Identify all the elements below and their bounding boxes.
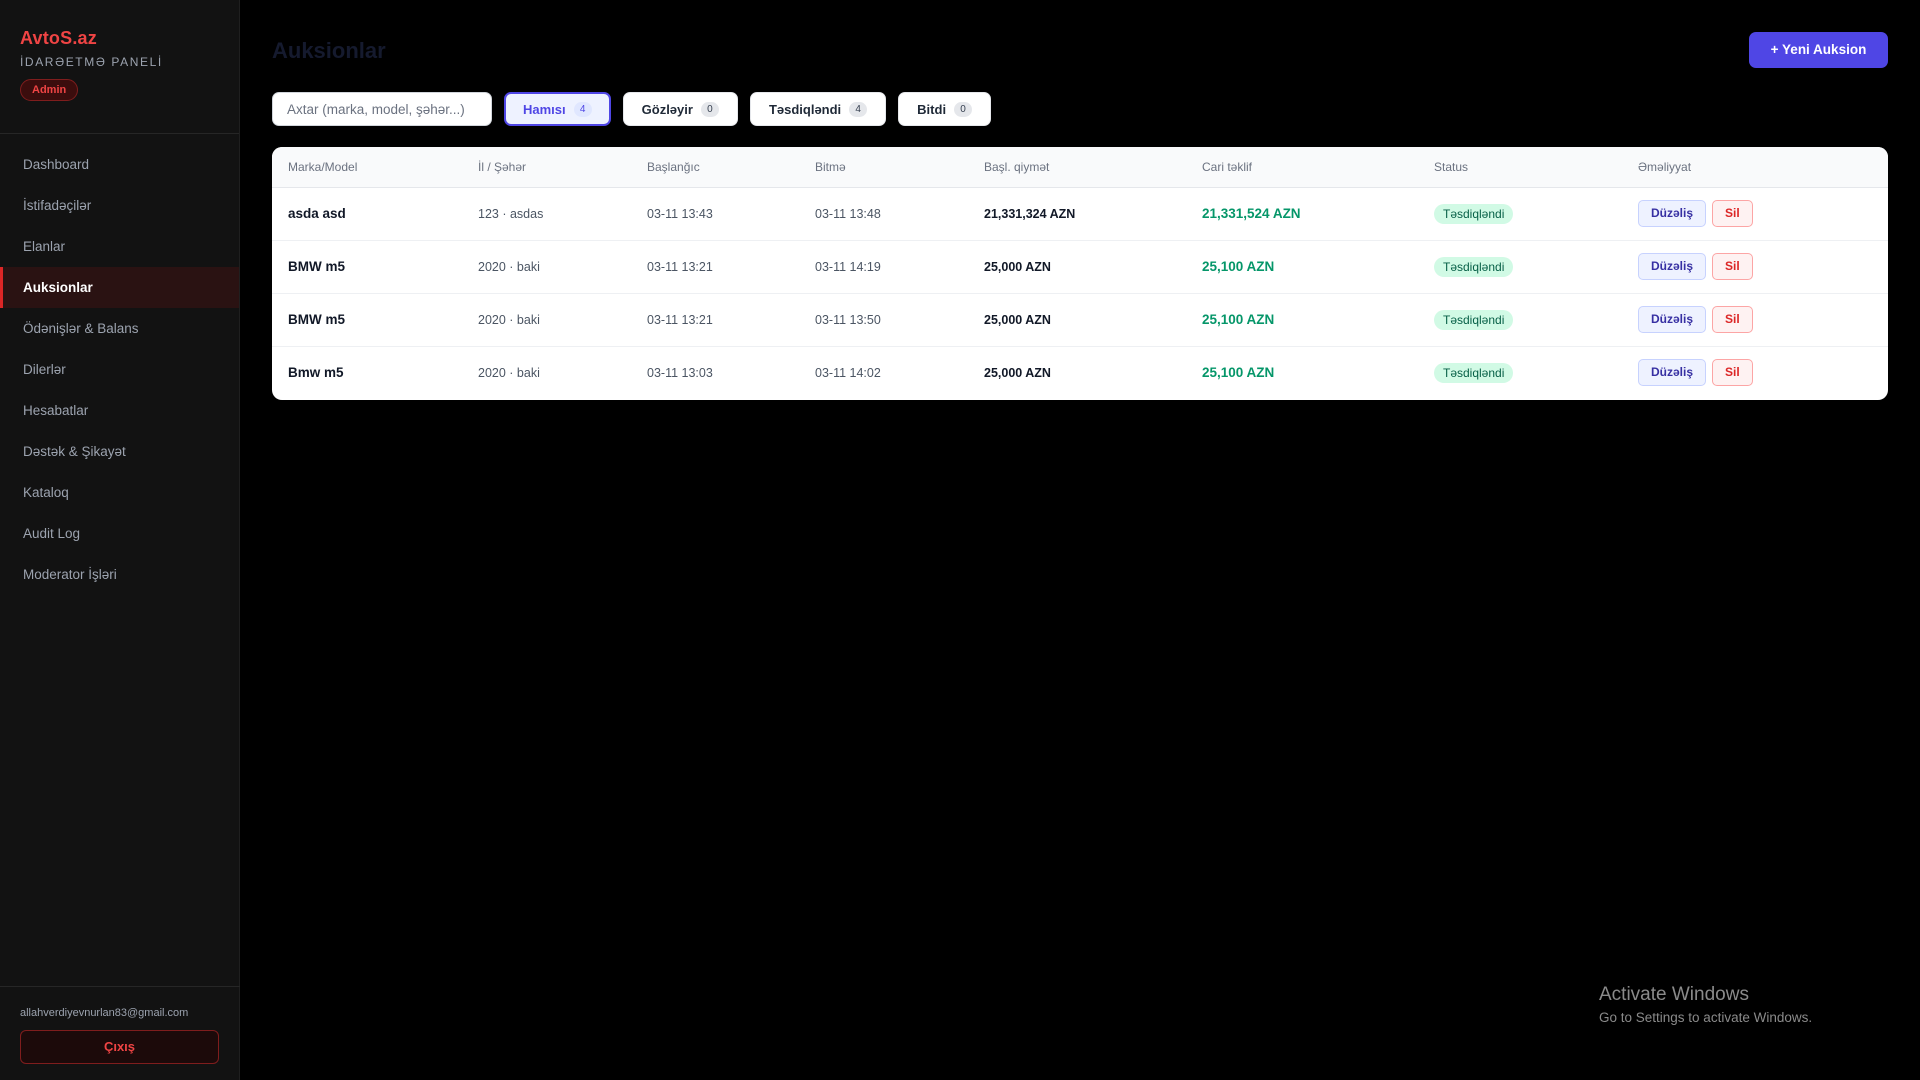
edit-button[interactable]: Düzəliş [1638, 253, 1707, 280]
sidebar-item-payments[interactable]: Ödənişlər & Balans [0, 308, 239, 349]
cell-start: 03-11 13:21 [631, 293, 799, 347]
cell-actions: Düzəliş Sil [1622, 240, 1888, 294]
cell-status: Təsdiqləndi [1418, 240, 1622, 294]
sidebar-item-dashboard[interactable]: Dashboard [0, 144, 239, 185]
cell-end: 03-11 13:48 [799, 187, 968, 241]
sidebar-item-moderator[interactable]: Moderator İşləri [0, 554, 239, 595]
cell-current-bid: 25,100 AZN [1186, 240, 1418, 294]
filter-count: 0 [954, 101, 973, 117]
filter-label: Hamısı [523, 101, 566, 117]
cell-model: asda asd [272, 187, 462, 241]
watermark-title: Activate Windows [1599, 984, 1749, 1005]
search-input[interactable] [272, 92, 492, 126]
cell-start-price: 25,000 AZN [968, 240, 1186, 294]
edit-button[interactable]: Düzəliş [1638, 359, 1707, 387]
user-email: allahverdiyevnurlan83@gmail.com [20, 1007, 189, 1019]
filter-count: 4 [573, 101, 592, 117]
cell-end: 03-11 14:02 [815, 365, 881, 380]
cell-start-price: 21,331,324 AZN [968, 187, 1186, 241]
table-row[interactable]: BMW m5 2020 · baki 03-11 13:21 03-11 14:… [272, 240, 1888, 294]
edit-button[interactable]: Düzəliş [1638, 200, 1707, 227]
auctions-table-card: Marka/Model İl / Şəhər Başlanğıc Bitmə B… [272, 147, 1888, 400]
delete-button[interactable]: Sil [1712, 359, 1753, 387]
column-header[interactable]: Başl. qiymət [968, 147, 1186, 188]
delete-button[interactable]: Sil [1712, 253, 1753, 280]
filter-label: Gözləyir [641, 101, 693, 117]
new-auction-button[interactable]: + Yeni Auksion [1749, 32, 1888, 68]
cell-year-city: 2020 · baki [462, 293, 631, 347]
sidebar-footer: allahverdiyevnurlan83@gmail.com Çıxış [0, 986, 240, 1080]
sidebar-item-catalog[interactable]: Kataloq [0, 472, 239, 513]
status-badge: Təsdiqləndi [1434, 309, 1514, 330]
filter-pending[interactable]: Gözləyir 0 [622, 92, 738, 126]
cell-model: Bmw m5 [288, 365, 344, 381]
filter-label: Bitdi [917, 101, 947, 117]
table-row[interactable]: Bmw m5 2020 · baki 03-11 13:03 03-11 14:… [272, 346, 1888, 399]
delete-button[interactable]: Sil [1712, 200, 1753, 227]
table-header-row: Marka/Model İl / Şəhər Başlanğıc Bitmə B… [272, 147, 1888, 188]
sidebar-header: AvtoS.az İDARƏETMƏ PANELİ Admin [0, 0, 239, 134]
cell-model: BMW m5 [272, 240, 462, 294]
cell-status: Təsdiqləndi [1418, 293, 1622, 347]
column-header[interactable]: Status [1418, 147, 1622, 188]
column-header[interactable]: Başlanğıc [631, 147, 799, 188]
column-header[interactable]: Bitmə [799, 147, 968, 188]
sidebar-nav: Dashboard İstifadəçilər Elanlar Auksionl… [0, 134, 239, 595]
sidebar-item-reports[interactable]: Hesabatlar [0, 390, 239, 431]
status-badge: Təsdiqləndi [1434, 256, 1514, 277]
cell-end: 03-11 14:19 [799, 240, 968, 294]
cell-status: Təsdiqləndi [1418, 346, 1622, 399]
filter-label: Təsdiqləndi [768, 101, 842, 117]
watermark-subtitle: Go to Settings to activate Windows. [1599, 1010, 1813, 1025]
sidebar-item-users[interactable]: İstifadəçilər [0, 185, 239, 226]
filter-finished[interactable]: Bitdi 0 [898, 92, 992, 126]
cell-start: 03-11 13:43 [631, 187, 799, 241]
table-row[interactable]: BMW m5 2020 · baki 03-11 13:21 03-11 13:… [272, 293, 1888, 347]
column-header: Əməliyyat [1622, 147, 1888, 188]
auctions-table: Marka/Model İl / Şəhər Başlanğıc Bitmə B… [272, 147, 1888, 399]
sidebar-item-audit-log[interactable]: Audit Log [0, 513, 239, 554]
column-header[interactable]: Marka/Model [272, 147, 462, 188]
filter-count: 4 [849, 101, 868, 117]
sidebar-item-support[interactable]: Dəstək & Şikayət [0, 431, 239, 472]
column-header[interactable]: Cari təklif [1186, 147, 1418, 188]
cell-end: 03-11 13:50 [799, 293, 968, 347]
cell-current-bid: 25,100 AZN [1202, 365, 1275, 381]
cell-year-city: 2020 · baki [478, 365, 540, 380]
column-header[interactable]: İl / Şəhər [462, 147, 631, 188]
sidebar-item-dealers[interactable]: Dilerlər [0, 349, 239, 390]
role-badge: Admin [20, 79, 79, 101]
cell-start: 03-11 13:03 [647, 365, 713, 380]
filter-all[interactable]: Hamısı 4 [504, 92, 611, 126]
panel-subtitle: İDARƏETMƏ PANELİ [20, 55, 163, 69]
cell-start-price: 25,000 AZN [968, 293, 1186, 347]
cell-actions: Düzəliş Sil [1622, 293, 1888, 347]
cell-actions: Düzəliş Sil [1622, 346, 1888, 399]
cell-year-city: 123 · asdas [462, 187, 631, 241]
delete-button[interactable]: Sil [1712, 306, 1753, 333]
cell-year-city: 2020 · baki [462, 240, 631, 294]
cell-current-bid: 21,331,524 AZN [1186, 187, 1418, 241]
status-badge: Təsdiqləndi [1434, 362, 1514, 383]
cell-model: BMW m5 [272, 293, 462, 347]
sidebar-item-listings[interactable]: Elanlar [0, 226, 239, 267]
filter-approved[interactable]: Təsdiqləndi 4 [749, 92, 887, 126]
filter-count: 0 [700, 101, 719, 117]
cell-actions: Düzəliş Sil [1622, 187, 1888, 241]
table-row[interactable]: asda asd 123 · asdas 03-11 13:43 03-11 1… [272, 187, 1888, 241]
page-title: Auksionlar [272, 38, 386, 63]
logout-button[interactable]: Çıxış [20, 1030, 219, 1064]
cell-current-bid: 25,100 AZN [1186, 293, 1418, 347]
sidebar-item-auctions[interactable]: Auksionlar [0, 267, 239, 308]
cell-start: 03-11 13:21 [631, 240, 799, 294]
brand-logo[interactable]: AvtoS.az [20, 28, 219, 49]
filter-toolbar: Hamısı 4 Gözləyir 0 Təsdiqləndi 4 Bitdi … [272, 92, 992, 126]
edit-button[interactable]: Düzəliş [1638, 306, 1707, 333]
windows-activation-watermark: Activate Windows Go to Settings to activ… [1599, 984, 1812, 1025]
sidebar: AvtoS.az İDARƏETMƏ PANELİ Admin Dashboar… [0, 0, 240, 1080]
status-badge: Təsdiqləndi [1434, 203, 1514, 224]
cell-start-price: 25,000 AZN [984, 365, 1051, 380]
cell-status: Təsdiqləndi [1418, 187, 1622, 241]
